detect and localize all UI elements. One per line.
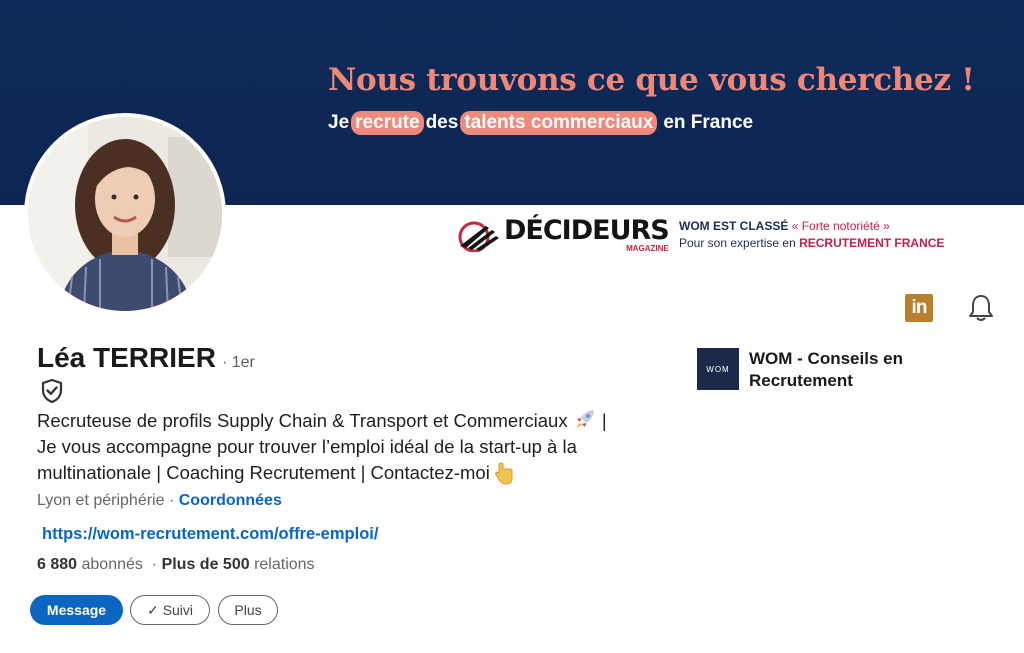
award-text: WOM EST CLASSÉ « Forte notoriété » Pour … (679, 218, 944, 252)
decideurs-magazine: MAGAZINE (626, 244, 669, 253)
banner-sub-suffix: en France (663, 112, 754, 133)
banner-headline: Nous trouvons ce que vous cherchez ! (328, 62, 975, 98)
profile-name: Léa TERRIER (37, 342, 216, 373)
relations-label[interactable]: relations (254, 556, 314, 573)
decideurs-word: DÉCIDEURS (504, 215, 670, 246)
connection-degree: · 1er (221, 354, 255, 371)
location-text: Lyon et périphérie (37, 492, 165, 509)
award-line2-bold: RECRUTEMENT FRANCE (799, 236, 945, 250)
following-label: Suivi (162, 602, 194, 618)
banner-sub-mid: des (425, 112, 459, 133)
network-stats: 6 880 abonnés · Plus de 500 relations (37, 556, 315, 574)
headline-line3: multinationale | Coaching Recrutement | … (37, 462, 490, 483)
headline-line2: Je vous accompagne pour trouver l’emploi… (37, 436, 577, 457)
company-logo: WOM (697, 348, 739, 390)
bell-icon[interactable] (967, 293, 995, 323)
rocket-icon (575, 410, 594, 428)
banner-pill-recrute: recrute (351, 111, 424, 135)
avatar-portrait (28, 117, 222, 311)
award-line1-rest: « Forte notoriété » (791, 219, 890, 233)
headline-line1-end: | (601, 410, 607, 431)
decideurs-logo: DÉCIDEURS MAGAZINE (456, 215, 670, 253)
profile-avatar[interactable] (24, 113, 226, 315)
website-link[interactable]: https://wom-recrutement.com/offre-emploi… (42, 525, 378, 544)
check-icon: ✓ (146, 601, 159, 618)
relations-count[interactable]: Plus de 500 (162, 556, 250, 573)
profile-page: Nous trouvons ce que vous cherchez ! Je … (0, 0, 1024, 653)
message-button[interactable]: Message (30, 595, 123, 625)
headline-line1: Recruteuse de profils Supply Chain & Tra… (37, 410, 568, 431)
current-company[interactable]: WOM WOM - Conseils en Recrutement (697, 348, 949, 392)
followers-count: 6 880 (37, 556, 78, 573)
location-row: Lyon et périphérie · Coordonnées (37, 492, 282, 510)
shield-check-icon[interactable] (40, 378, 64, 404)
banner-subline: Je recrute des talents commerciaux en Fr… (328, 111, 753, 135)
following-button[interactable]: ✓ Suivi (130, 595, 210, 625)
award-strip: DÉCIDEURS MAGAZINE WOM EST CLASSÉ « Fort… (456, 213, 944, 257)
pointing-down-icon (495, 462, 513, 485)
award-line1-bold: WOM EST CLASSÉ (679, 219, 789, 233)
award-line2-prefix: Pour son expertise en (679, 236, 796, 250)
location-sep: · (168, 492, 175, 509)
banner-pill-talents: talents commerciaux (460, 111, 658, 135)
company-name: WOM - Conseils en Recrutement (749, 349, 903, 390)
followers-label: abonnés (81, 556, 143, 573)
relations-sep: · (151, 556, 158, 573)
profile-headline: Recruteuse de profils Supply Chain & Tra… (37, 408, 667, 486)
contact-info-link[interactable]: Coordonnées (179, 492, 282, 509)
name-row: Léa TERRIER · 1er (37, 342, 255, 374)
decideurs-jets-icon (458, 221, 499, 252)
banner-sub-prefix: Je (328, 112, 350, 133)
more-button[interactable]: Plus (218, 595, 278, 625)
linkedin-icon[interactable]: in (905, 294, 933, 322)
